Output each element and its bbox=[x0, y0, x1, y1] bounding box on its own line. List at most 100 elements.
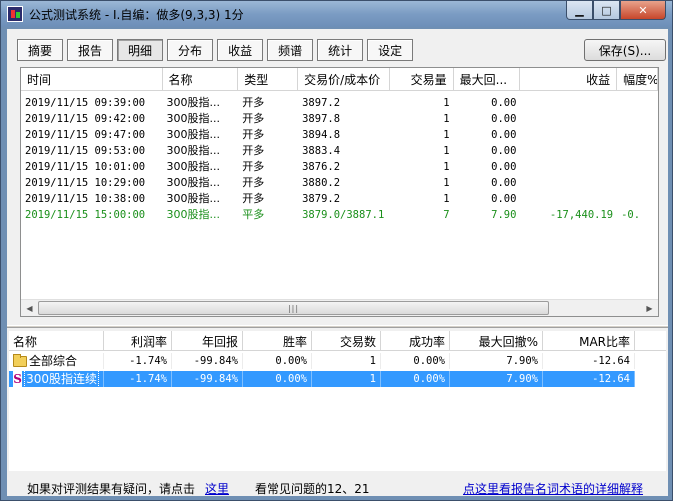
trade-row[interactable]: 2019/11/15 09:53:00 300股指... 开多 3883.4 1 0.00 bbox=[21, 143, 658, 159]
summary-cell-mar-ratio: -12.64 bbox=[543, 353, 635, 369]
summary-cell-win-rate: 0.00% bbox=[243, 353, 312, 369]
cell-price: 3880.2 bbox=[302, 177, 341, 189]
cell-name: 300股指... bbox=[166, 128, 221, 141]
cell-time: 2019/11/15 10:29:00 bbox=[25, 177, 146, 189]
summary-header-trade-count[interactable]: 交易数 bbox=[312, 331, 381, 351]
title-bar[interactable]: 公式测试系统 - I.自编：做多(9,3,3) 1分 ▁ □ ✕ bbox=[1, 1, 672, 27]
cell-name: 300股指... bbox=[166, 96, 221, 109]
cell-time: 2019/11/15 10:38:00 bbox=[25, 193, 146, 205]
trade-row[interactable]: 2019/11/15 10:29:00 300股指... 开多 3880.2 1 0.00 bbox=[21, 175, 658, 191]
trade-row[interactable]: 2019/11/15 10:38:00 300股指... 开多 3879.2 1 0.00 bbox=[21, 191, 658, 207]
summary-header-max-drawdown[interactable]: 最大回撤% bbox=[450, 331, 543, 351]
tab-detail[interactable]: 明细 bbox=[117, 39, 164, 61]
cell-max-drawdown: 0.00 bbox=[491, 177, 517, 189]
tab-summary[interactable]: 摘要 bbox=[17, 39, 64, 61]
cell-name: 300股指... bbox=[166, 144, 221, 157]
summary-row-name: 300股指连续 bbox=[24, 371, 99, 387]
cell-price: 3897.2 bbox=[302, 97, 341, 109]
column-header-price[interactable]: 交易价/成本价 bbox=[298, 68, 390, 90]
trade-row[interactable]: 2019/11/15 09:42:00 300股指... 开多 3897.8 1 0.00 bbox=[21, 111, 658, 127]
cell-range bbox=[617, 175, 658, 191]
cell-price: 3897.8 bbox=[302, 113, 341, 125]
summary-header-annual-return[interactable]: 年回报 bbox=[172, 331, 243, 351]
trade-row[interactable]: 2019/11/15 15:00:00 300股指... 平多 3879.0/3887… bbox=[21, 207, 658, 223]
trade-detail-table: 时间 名称 类型 交易价/成本价 交易量 最大回... 收益 幅度% 2019/… bbox=[20, 67, 659, 317]
column-header-profit[interactable]: 收益 bbox=[520, 68, 618, 90]
column-header-name[interactable]: 名称 bbox=[162, 68, 239, 90]
cell-time: 2019/11/15 09:39:00 bbox=[25, 97, 146, 109]
faq-link[interactable]: 这里 bbox=[205, 480, 229, 497]
column-header-type[interactable]: 类型 bbox=[238, 68, 299, 90]
trade-rows: 2019/11/15 09:39:00 300股指... 开多 3897.2 1 0.00… bbox=[21, 95, 658, 223]
cell-time: 2019/11/15 15:00:00 bbox=[25, 209, 146, 221]
app-icon bbox=[7, 6, 23, 22]
cell-volume: 1 bbox=[443, 161, 450, 173]
summary-row-instrument[interactable]: S 300股指连续 -1.74% -99.84% 0.00% 1 0.00% 7… bbox=[9, 371, 666, 387]
cell-volume: 1 bbox=[443, 193, 450, 205]
tab-statistics[interactable]: 统计 bbox=[317, 39, 364, 61]
summary-cell-success-rate: 0.00% bbox=[381, 371, 450, 387]
cell-name: 300股指... bbox=[166, 192, 221, 205]
cell-max-drawdown: 0.00 bbox=[491, 161, 517, 173]
panel-splitter[interactable] bbox=[7, 325, 668, 328]
cell-profit bbox=[520, 127, 617, 143]
cell-max-drawdown: 0.00 bbox=[491, 193, 517, 205]
cell-type: 平多 bbox=[242, 208, 265, 221]
cell-range bbox=[617, 111, 658, 127]
summary-header-profit-rate[interactable]: 利润率 bbox=[104, 331, 172, 351]
cell-profit: -17,440.19 bbox=[549, 209, 614, 221]
cell-profit bbox=[520, 111, 617, 127]
column-header-volume[interactable]: 交易量 bbox=[389, 68, 454, 90]
cell-price: 3879.2 bbox=[302, 193, 341, 205]
scroll-left-arrow-icon[interactable]: ◀ bbox=[21, 300, 38, 317]
tab-settings[interactable]: 设定 bbox=[367, 39, 414, 61]
save-button[interactable]: 保存(S)... bbox=[584, 39, 666, 61]
cell-range bbox=[617, 95, 658, 111]
summary-row-name: 全部综合 bbox=[29, 354, 78, 368]
summary-header-name[interactable]: 名称 bbox=[9, 331, 104, 351]
column-header-time[interactable]: 时间 bbox=[21, 68, 163, 90]
glossary-link[interactable]: 点这里看报告名词术语的详细解释 bbox=[463, 480, 643, 497]
tab-profit[interactable]: 收益 bbox=[217, 39, 264, 61]
cell-max-drawdown: 0.00 bbox=[491, 97, 517, 109]
cell-range bbox=[617, 191, 658, 207]
cell-max-drawdown: 7.90 bbox=[491, 209, 517, 221]
tab-spectrum[interactable]: 频谱 bbox=[267, 39, 314, 61]
cell-type: 开多 bbox=[242, 96, 265, 109]
cell-profit bbox=[520, 143, 617, 159]
cell-max-drawdown: 0.00 bbox=[491, 145, 517, 157]
footer-suffix-text: 看常见问题的12、21 bbox=[255, 482, 370, 496]
summary-table: 名称 利润率 年回报 胜率 交易数 成功率 最大回撤% MAR比率 全部综合 -… bbox=[9, 331, 666, 471]
cell-type: 开多 bbox=[242, 128, 265, 141]
tab-distribution[interactable]: 分布 bbox=[167, 39, 214, 61]
footer-bar: 如果对评测结果有疑问，请点击 这里 看常见问题的12、21 点这里看报告名词术语… bbox=[7, 477, 668, 496]
minimize-button[interactable]: ▁ bbox=[566, 1, 593, 20]
summary-cell-annual-return: -99.84% bbox=[172, 353, 243, 369]
cell-range bbox=[617, 143, 658, 159]
scroll-right-arrow-icon[interactable]: ▶ bbox=[641, 300, 658, 317]
summary-cell-trade-count: 1 bbox=[312, 371, 381, 387]
tab-report[interactable]: 报告 bbox=[67, 39, 114, 61]
close-button[interactable]: ✕ bbox=[620, 1, 666, 20]
column-header-max-drawdown[interactable]: 最大回... bbox=[453, 68, 521, 90]
cell-price: 3894.8 bbox=[302, 129, 341, 141]
maximize-button[interactable]: □ bbox=[593, 1, 620, 20]
column-header-range[interactable]: 幅度% bbox=[617, 68, 658, 90]
cell-volume: 1 bbox=[443, 97, 450, 109]
window-controls: ▁ □ ✕ bbox=[566, 1, 666, 21]
trade-row[interactable]: 2019/11/15 10:01:00 300股指... 开多 3876.2 1 0.00 bbox=[21, 159, 658, 175]
trade-row[interactable]: 2019/11/15 09:39:00 300股指... 开多 3897.2 1 0.00 bbox=[21, 95, 658, 111]
summary-header-win-rate[interactable]: 胜率 bbox=[243, 331, 312, 351]
summary-header-mar-ratio[interactable]: MAR比率 bbox=[543, 331, 635, 351]
cell-profit bbox=[520, 175, 617, 191]
trade-row[interactable]: 2019/11/15 09:47:00 300股指... 开多 3894.8 1 0.00 bbox=[21, 127, 658, 143]
summary-cell-mar-ratio: -12.64 bbox=[543, 371, 635, 387]
summary-header-success-rate[interactable]: 成功率 bbox=[381, 331, 450, 351]
cell-profit bbox=[520, 95, 617, 111]
summary-row-all[interactable]: 全部综合 -1.74% -99.84% 0.00% 1 0.00% 7.90% … bbox=[9, 353, 666, 369]
cell-profit bbox=[520, 191, 617, 207]
cell-volume: 7 bbox=[443, 209, 450, 221]
horizontal-scrollbar[interactable]: ◀ ||| ▶ bbox=[21, 299, 658, 316]
summary-cell-trade-count: 1 bbox=[312, 353, 381, 369]
scroll-thumb[interactable]: ||| bbox=[38, 301, 549, 315]
